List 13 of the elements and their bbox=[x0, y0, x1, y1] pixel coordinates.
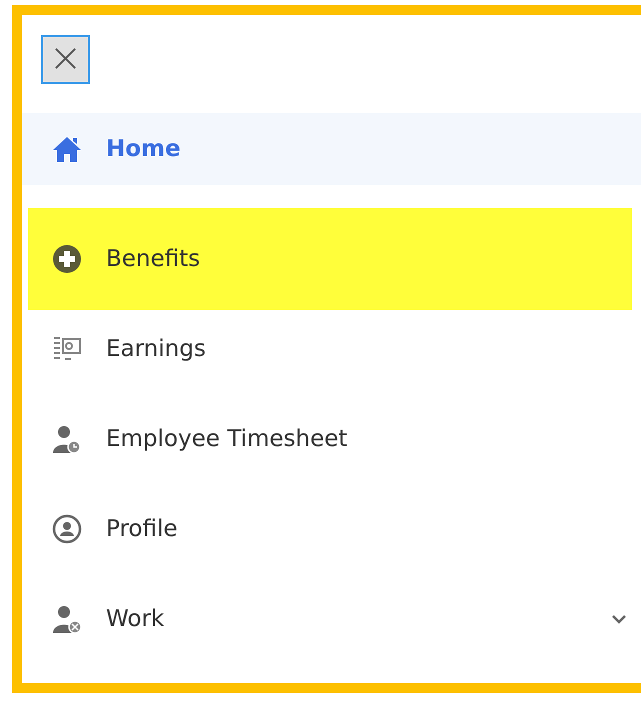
user-circle-icon bbox=[52, 514, 82, 544]
menu-item[interactable]: Profile bbox=[22, 493, 641, 565]
home-icon bbox=[52, 135, 82, 163]
menu-item[interactable]: Employee Timesheet bbox=[22, 403, 641, 475]
person-clock-icon bbox=[52, 424, 82, 454]
earnings-icon bbox=[52, 335, 82, 363]
menu-item[interactable]: Home bbox=[22, 113, 641, 185]
menu-item[interactable]: Benefits bbox=[28, 208, 632, 310]
menu-item[interactable]: Work bbox=[22, 583, 641, 655]
plus-circle-icon bbox=[52, 244, 82, 274]
menu-item[interactable]: Earnings bbox=[22, 313, 641, 385]
close-button[interactable]: × bbox=[41, 35, 90, 84]
person-tools-icon bbox=[52, 604, 82, 634]
